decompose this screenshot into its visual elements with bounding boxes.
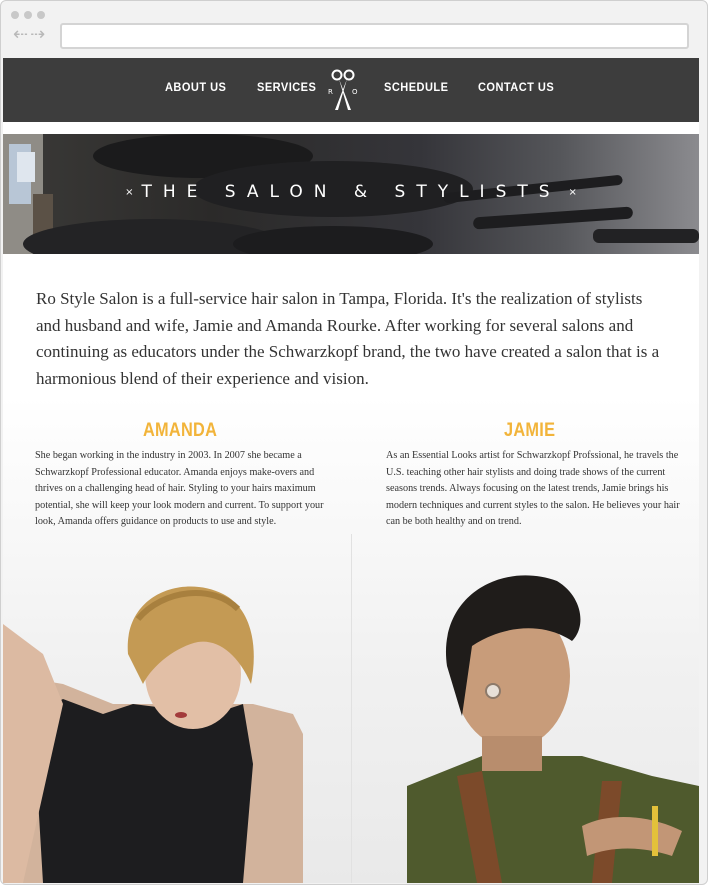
window-controls: [11, 11, 45, 19]
back-arrow-icon[interactable]: ⇠: [13, 24, 30, 45]
ornament-x-icon: ×: [125, 186, 134, 198]
window-dot-icon[interactable]: [11, 11, 19, 19]
amanda-portrait-image: [3, 586, 303, 883]
nav-contact-us[interactable]: CONTACT US: [478, 80, 554, 94]
hero-title: × THE SALON & STYLISTS ×: [3, 182, 699, 202]
window-dot-icon[interactable]: [24, 11, 32, 19]
web-page: ABOUT US SERVICES R O SCHEDULE CONTACT U…: [3, 58, 699, 883]
hero-banner: × THE SALON & STYLISTS ×: [3, 134, 699, 254]
ornament-x-icon: ×: [568, 186, 577, 198]
logo-letter-o: O: [352, 88, 358, 96]
stylist-name-jamie: JAMIE: [504, 420, 556, 441]
forward-arrow-icon[interactable]: ⇢: [30, 24, 47, 45]
nav-schedule[interactable]: SCHEDULE: [384, 80, 448, 94]
logo-letter-r: R: [328, 88, 333, 96]
browser-window: ⇠⇢ ABOUT US SERVICES R O SCHEDULE CONTAC…: [0, 0, 708, 885]
intro-paragraph: Ro Style Salon is a full-service hair sa…: [36, 289, 660, 388]
window-dot-icon[interactable]: [37, 11, 45, 19]
stylist-bio-jamie: As an Essential Looks artist for Schwarz…: [386, 450, 680, 527]
address-bar[interactable]: [60, 23, 689, 49]
stylists-section: AMANDA She began working in the industry…: [3, 396, 699, 883]
stylist-bio-amanda: She began working in the industry in 200…: [35, 450, 324, 527]
nav-about-us[interactable]: ABOUT US: [165, 80, 226, 94]
hero-title-text: THE SALON & STYLISTS: [141, 182, 561, 202]
stylist-name-amanda: AMANDA: [143, 420, 218, 441]
top-navigation: ABOUT US SERVICES R O SCHEDULE CONTACT U…: [3, 58, 699, 122]
scissors-logo-icon[interactable]: R O: [327, 68, 359, 112]
history-arrows: ⇠⇢: [13, 25, 51, 45]
jamie-portrait-image: [407, 575, 699, 883]
nav-services[interactable]: SERVICES: [257, 80, 316, 94]
